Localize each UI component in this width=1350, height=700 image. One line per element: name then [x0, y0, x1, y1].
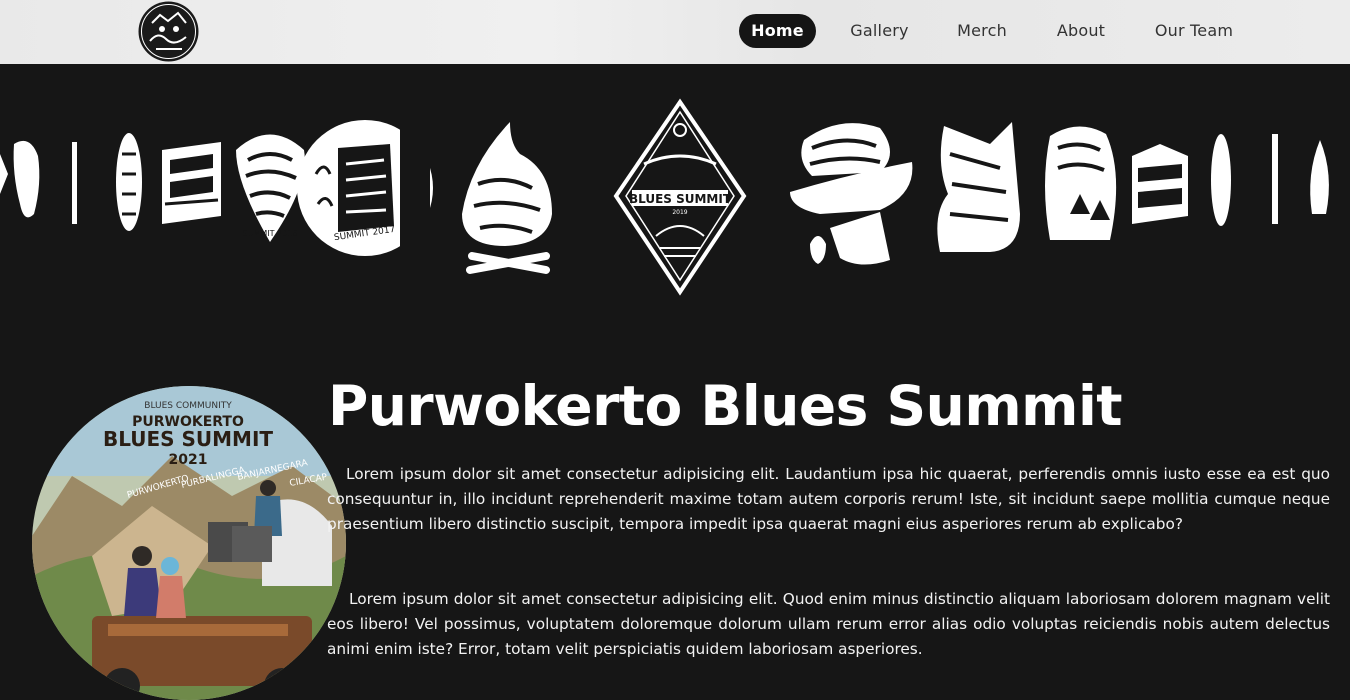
badge-pick-2016: [236, 134, 305, 242]
nav-gallery[interactable]: Gallery: [842, 14, 917, 48]
site-header: Home Gallery Merch About Our Team: [0, 0, 1350, 64]
poster-line3: 2021: [169, 452, 208, 468]
badge-box-right: [1132, 144, 1188, 224]
intro-paragraph-2: Lorem ipsum dolor sit amet consectetur a…: [327, 590, 1330, 658]
badge-box-left: [162, 142, 221, 224]
page-title: Purwokerto Blues Summit: [328, 374, 1123, 438]
main-nav: Home Gallery Merch About Our Team: [0, 14, 1350, 48]
hero-poster-image: BLUES COMMUNITY PURWOKERTO BLUES SUMMIT …: [32, 386, 346, 700]
badge-flame: [462, 122, 552, 274]
carousel-badges: SUMMIT 2017 SUMMIT 2016 BLUES SUMMIT 201…: [0, 98, 1329, 296]
badge-sliver-right: [1211, 134, 1329, 226]
poster-line2: BLUES SUMMIT: [103, 427, 273, 451]
badge-sliver-left-1: [0, 140, 77, 224]
nav-our-team[interactable]: Our Team: [1146, 14, 1242, 48]
badge-2016-text: SUMMIT 2016: [243, 229, 298, 238]
nav-merch[interactable]: Merch: [947, 14, 1017, 48]
badge-sliver-left-2: [116, 133, 142, 231]
nav-about[interactable]: About: [1048, 14, 1114, 48]
badge-hand: [937, 122, 1020, 252]
badge-hat: [790, 123, 913, 265]
badge-camp: [1045, 126, 1117, 240]
nav-home[interactable]: Home: [739, 14, 816, 48]
badge-circle-2017: [297, 114, 433, 264]
badge-2019-year: 2019: [672, 209, 687, 216]
logo-carousel[interactable]: SUMMIT 2017 SUMMIT 2016 BLUES SUMMIT 201…: [0, 64, 1350, 334]
poster-small-text: BLUES COMMUNITY: [144, 401, 232, 411]
badge-2019-text: BLUES SUMMIT: [629, 192, 732, 206]
intro-paragraph-1: Lorem ipsum dolor sit amet consectetur a…: [327, 465, 1330, 533]
